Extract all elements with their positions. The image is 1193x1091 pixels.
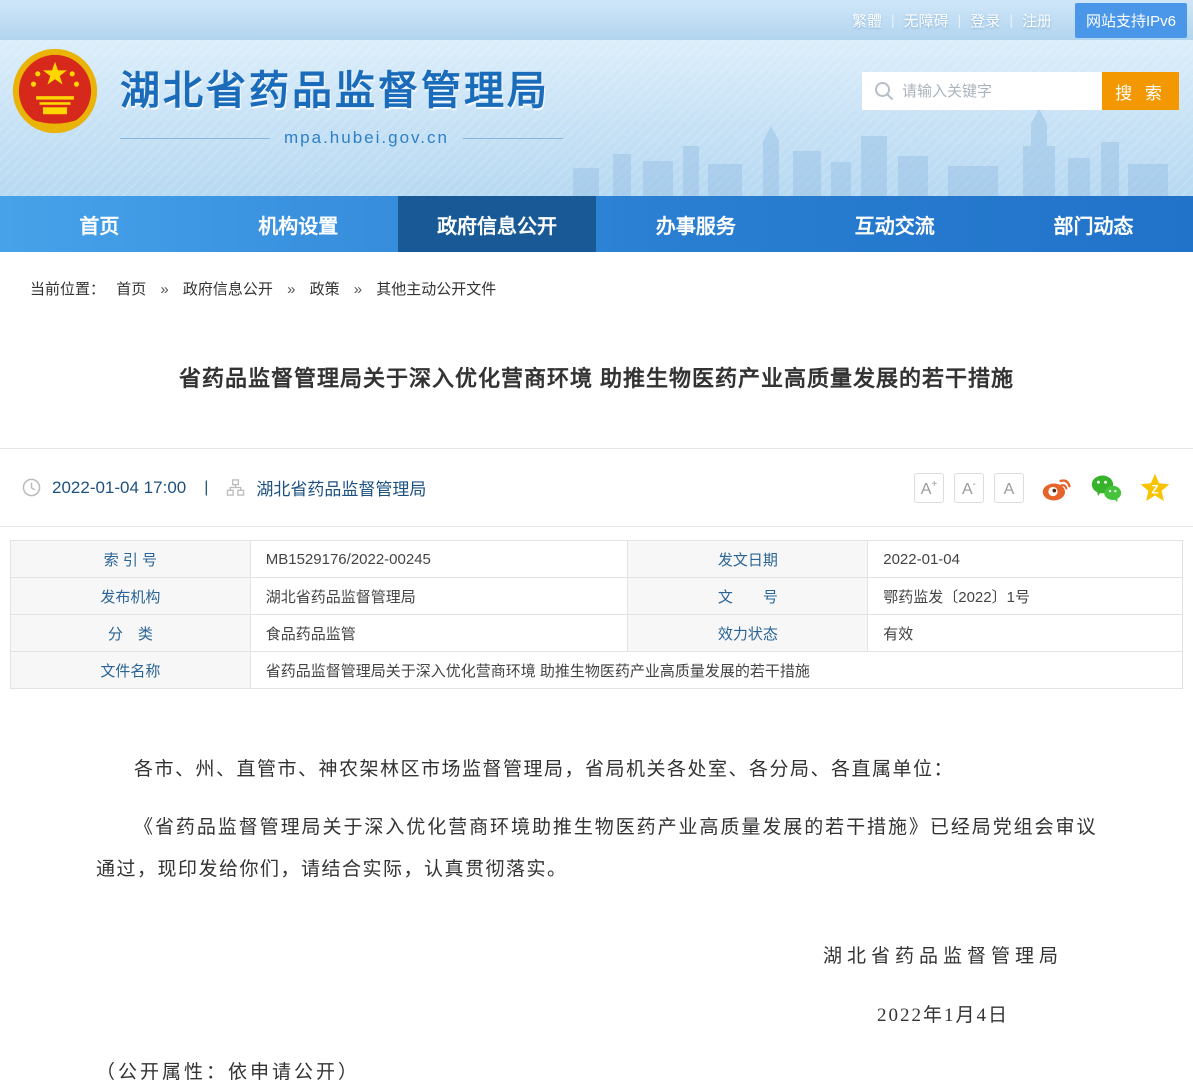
link-traditional-chinese[interactable]: 繁體 xyxy=(852,10,882,31)
article-body: 各市、州、直管市、神农架林区市场监督管理局，省局机关各处室、各分局、各直属单位：… xyxy=(0,749,1193,1084)
weibo-share-icon[interactable] xyxy=(1041,472,1073,504)
search-bar: 搜 索 xyxy=(862,72,1179,110)
page-title: 省药品监督管理局关于深入优化营商环境 助推生物医药产业高质量发展的若干措施 xyxy=(0,361,1193,393)
breadcrumb-government-info[interactable]: 政府信息公开 xyxy=(183,281,273,298)
table-row: 发布机构 湖北省药品监督管理局 文 号 鄂药监发〔2022〕1号 xyxy=(11,578,1183,615)
table-row: 文件名称 省药品监督管理局关于深入优化营商环境 助推生物医药产业高质量发展的若干… xyxy=(11,652,1183,689)
font-size-increase-button[interactable]: A+ xyxy=(914,473,944,503)
document-number-value: 鄂药监发〔2022〕1号 xyxy=(868,578,1183,615)
divider xyxy=(120,138,270,139)
search-input[interactable] xyxy=(862,72,1102,110)
site-domain-row: mpa.hubei.gov.cn xyxy=(120,128,563,148)
signature-date: 2022年1月4日 xyxy=(96,1000,1097,1027)
top-utility-bar: 繁體 | 无障碍 | 登录 | 注册 网站支持IPv6 xyxy=(0,0,1193,40)
validity-status-label: 效力状态 xyxy=(628,615,868,652)
nav-item-department-news[interactable]: 部门动态 xyxy=(994,196,1193,252)
document-number-label: 文 号 xyxy=(628,578,868,615)
nav-item-organization[interactable]: 机构设置 xyxy=(199,196,398,252)
national-emblem-logo xyxy=(12,48,98,134)
validity-status-value: 有效 xyxy=(868,615,1183,652)
breadcrumb-separator: » xyxy=(160,281,168,298)
breadcrumb: 当前位置： 首页 » 政府信息公开 » 政策 » 其他主动公开文件 xyxy=(0,252,1193,299)
issuing-agency-value: 湖北省药品监督管理局 xyxy=(250,578,628,615)
table-row: 索 引 号 MB1529176/2022-00245 发文日期 2022-01-… xyxy=(11,541,1183,578)
category-value: 食品药品监管 xyxy=(250,615,628,652)
breadcrumb-separator: » xyxy=(354,281,362,298)
breadcrumb-policy[interactable]: 政策 xyxy=(310,281,340,298)
disclosure-note: （公开属性：依申请公开） xyxy=(96,1057,1097,1084)
separator: | xyxy=(1009,12,1013,28)
nav-item-interaction[interactable]: 互动交流 xyxy=(795,196,994,252)
site-domain: mpa.hubei.gov.cn xyxy=(284,128,449,148)
table-row: 分 类 食品药品监管 效力状态 有效 xyxy=(11,615,1183,652)
issue-date-value: 2022-01-04 xyxy=(868,541,1183,578)
signature-org: 湖北省药品监督管理局 xyxy=(96,941,1097,968)
nav-item-services[interactable]: 办事服务 xyxy=(596,196,795,252)
separator: | xyxy=(958,12,962,28)
search-button[interactable]: 搜 索 xyxy=(1102,72,1179,110)
search-icon xyxy=(874,81,894,101)
paragraph: 《省药品监督管理局关于深入优化营商环境助推生物医药产业高质量发展的若干措施》已经… xyxy=(96,807,1097,891)
issue-date-label: 发文日期 xyxy=(628,541,868,578)
issuing-agency-label: 发布机构 xyxy=(11,578,251,615)
nav-item-government-info[interactable]: 政府信息公开 xyxy=(398,196,597,252)
publish-time: 2022-01-04 17:00 xyxy=(52,478,186,498)
document-name-value: 省药品监督管理局关于深入优化营商环境 助推生物医药产业高质量发展的若干措施 xyxy=(250,652,1182,689)
main-navigation: 首页 机构设置 政府信息公开 办事服务 互动交流 部门动态 xyxy=(0,196,1193,252)
site-title: 湖北省药品监督管理局 xyxy=(120,58,563,116)
index-number-label: 索 引 号 xyxy=(11,541,251,578)
font-size-decrease-button[interactable]: A- xyxy=(954,473,984,503)
qzone-share-icon[interactable]: Z xyxy=(1139,472,1171,504)
divider xyxy=(463,138,563,139)
index-number-value: MB1529176/2022-00245 xyxy=(250,541,628,578)
nav-item-home[interactable]: 首页 xyxy=(0,196,199,252)
link-login[interactable]: 登录 xyxy=(970,10,1000,31)
breadcrumb-other-documents[interactable]: 其他主动公开文件 xyxy=(376,281,496,298)
clock-icon xyxy=(22,478,41,497)
city-skyline-image xyxy=(553,106,1193,196)
document-name-label: 文件名称 xyxy=(11,652,251,689)
separator: | xyxy=(204,479,208,497)
category-label: 分 类 xyxy=(11,615,251,652)
svg-text:Z: Z xyxy=(1151,484,1158,496)
font-size-default-button[interactable]: A xyxy=(994,473,1024,503)
wechat-share-icon[interactable] xyxy=(1090,472,1122,504)
document-info-table: 索 引 号 MB1529176/2022-00245 发文日期 2022-01-… xyxy=(10,540,1183,689)
breadcrumb-separator: » xyxy=(287,281,295,298)
article-meta-row: 2022-01-04 17:00 | 湖北省药品监督管理局 A+ A- A xyxy=(0,448,1193,527)
ipv6-support-badge[interactable]: 网站支持IPv6 xyxy=(1075,3,1187,38)
breadcrumb-home[interactable]: 首页 xyxy=(116,281,146,298)
article-source: 湖北省药品监督管理局 xyxy=(256,475,426,500)
paragraph: 各市、州、直管市、神农架林区市场监督管理局，省局机关各处室、各分局、各直属单位： xyxy=(96,749,1097,791)
breadcrumb-label: 当前位置： xyxy=(30,281,105,298)
site-header: 湖北省药品监督管理局 mpa.hubei.gov.cn 搜 索 xyxy=(0,40,1193,196)
source-org-icon xyxy=(226,478,245,497)
link-accessibility[interactable]: 无障碍 xyxy=(904,10,949,31)
link-register[interactable]: 注册 xyxy=(1022,10,1052,31)
separator: | xyxy=(891,12,895,28)
